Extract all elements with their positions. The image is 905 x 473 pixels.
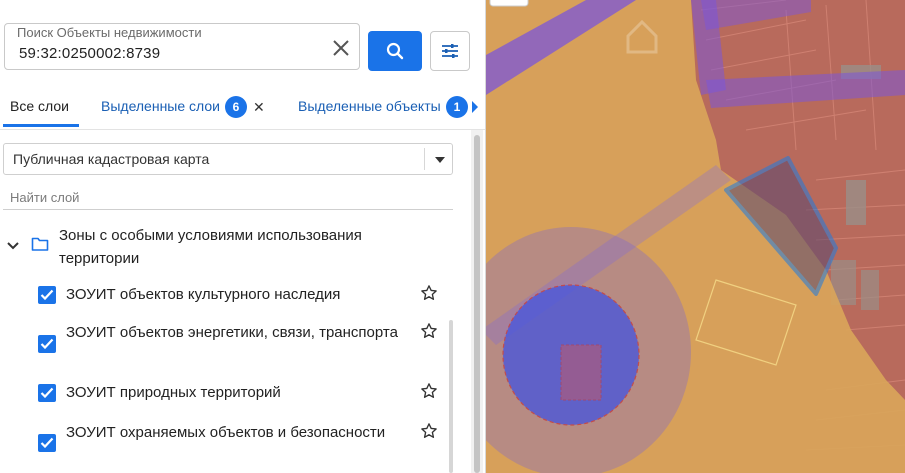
search-field[interactable]: Поиск Объекты недвижимости (4, 23, 360, 70)
active-tab-indicator (3, 124, 79, 127)
favorite-button[interactable] (420, 382, 438, 405)
layer-group-title: Зоны с особыми условиями использования т… (59, 227, 362, 267)
tabs-scroll-right-button[interactable] (470, 100, 480, 114)
layer-checkbox[interactable] (38, 434, 56, 452)
select-divider (424, 148, 425, 170)
clear-selected-layers-button[interactable]: ✕ (253, 99, 265, 116)
filter-button[interactable] (430, 31, 470, 71)
basemap-select[interactable]: Публичная кадастровая карта (3, 143, 453, 175)
folder-icon (31, 236, 49, 257)
search-input[interactable] (19, 42, 319, 64)
collapse-group-button[interactable] (6, 238, 20, 256)
building-icon (846, 180, 866, 225)
check-icon (40, 437, 54, 449)
app-root: Поиск Объекты недвижимости Вс (0, 0, 905, 473)
layers-panel: Поиск Объекты недвижимости Вс (0, 0, 486, 473)
close-icon (333, 40, 349, 56)
map-control-button[interactable] (489, 0, 529, 7)
star-icon (421, 423, 437, 438)
protected-object (560, 344, 602, 401)
building-icon (861, 270, 879, 310)
basemap-selected-label: Публичная кадастровая карта (13, 151, 210, 167)
find-layer-input[interactable]: Найти слой (10, 190, 79, 205)
find-layer-field[interactable]: Найти слой (3, 186, 453, 210)
selected-objects-count-badge: 1 (446, 96, 468, 118)
search-button[interactable] (368, 31, 422, 71)
layer-checkbox[interactable] (38, 286, 56, 304)
chevron-right-icon (472, 101, 478, 113)
chevron-down-icon (7, 242, 19, 250)
favorite-button[interactable] (420, 422, 438, 445)
selected-layers-count-badge: 6 (225, 96, 247, 118)
caret-down-icon (435, 157, 445, 163)
check-icon (40, 387, 54, 399)
tab-selected-objects[interactable]: Выделенные объекты (298, 98, 441, 114)
check-icon (40, 289, 54, 301)
layer-label: ЗОУИТ охраняемых объектов и безопасности (66, 424, 386, 441)
layer-list-scrollbar[interactable] (449, 320, 453, 473)
layer-label: ЗОУИТ природных территорий (66, 384, 281, 401)
layer-checkbox[interactable] (38, 384, 56, 402)
sliders-icon (442, 44, 458, 58)
layer-checkbox[interactable] (38, 335, 56, 353)
search-icon (386, 42, 404, 60)
star-icon (421, 285, 437, 300)
panel-scrollbar[interactable] (474, 135, 480, 473)
star-icon (421, 323, 437, 338)
favorite-button[interactable] (420, 322, 438, 345)
tab-selected-layers[interactable]: Выделенные слои (101, 98, 220, 114)
layer-label: ЗОУИТ объектов энергетики, связи, трансп… (66, 324, 398, 341)
search-label: Поиск Объекты недвижимости (17, 25, 202, 40)
cadastral-map-canvas[interactable] (486, 0, 905, 473)
clear-search-button[interactable] (331, 38, 351, 58)
map-view[interactable] (486, 0, 905, 473)
check-icon (40, 338, 54, 350)
tab-all-layers[interactable]: Все слои (10, 98, 69, 114)
layer-label: ЗОУИТ объектов культурного наследия (66, 286, 341, 303)
favorite-button[interactable] (420, 284, 438, 307)
star-icon (421, 383, 437, 398)
